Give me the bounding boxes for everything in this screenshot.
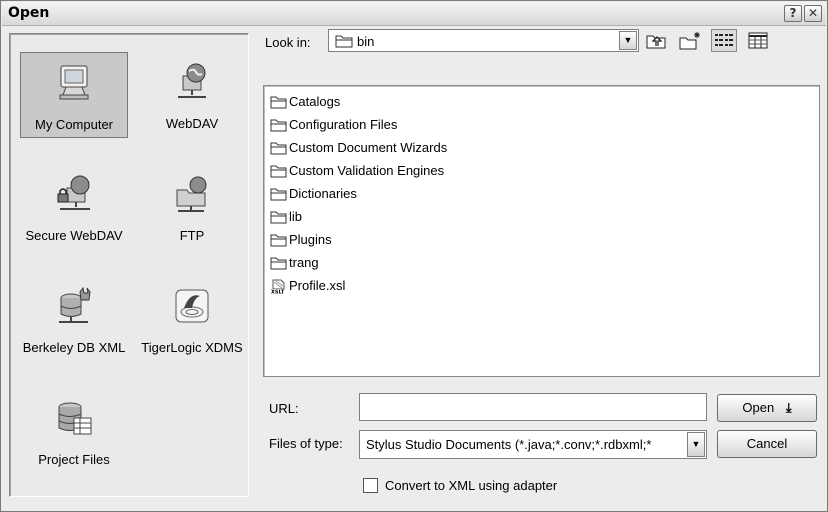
place-label: Secure WebDAV <box>25 228 123 243</box>
look-in-label: Look in: <box>265 35 311 50</box>
database-cat-icon <box>54 286 94 326</box>
dialog-title: Open <box>8 5 50 21</box>
place-tigerlogic-xdms[interactable]: TigerLogic XDMS <box>138 276 246 362</box>
place-label: FTP <box>179 228 205 243</box>
file-name: Profile.xsl <box>289 278 346 293</box>
file-name: Catalogs <box>289 94 341 109</box>
place-berkeley-db-xml[interactable]: Berkeley DB XML <box>20 276 128 362</box>
open-dialog: Open ? ✕ My Computer WebDAV Secure WebDA… <box>0 0 828 512</box>
place-label: TigerLogic XDMS <box>141 340 243 355</box>
folder-icon <box>270 187 287 204</box>
details-view-button[interactable] <box>745 29 771 52</box>
place-secure-webdav[interactable]: Secure WebDAV <box>20 164 128 250</box>
title-bar[interactable]: Open ? ✕ <box>2 2 826 26</box>
list-view-button[interactable] <box>711 29 737 52</box>
folder-icon <box>270 164 287 181</box>
new-folder-button[interactable] <box>677 29 703 52</box>
database-table-icon <box>54 398 94 438</box>
ftp-folder-icon <box>172 174 212 214</box>
file-name: Dictionaries <box>289 186 357 201</box>
url-input[interactable] <box>359 393 707 421</box>
tigerlogic-icon <box>172 286 212 326</box>
open-button[interactable]: Open ⤓ <box>717 394 817 422</box>
files-of-type-combo[interactable]: Stylus Studio Documents (*.java;*.conv;*… <box>359 430 707 459</box>
place-project-files[interactable]: Project Files <box>20 388 128 474</box>
places-bar: My Computer WebDAV Secure WebDAV FTP Ber… <box>9 33 249 497</box>
folder-icon <box>270 118 287 135</box>
up-one-level-button[interactable] <box>643 29 669 52</box>
up-one-level-icon <box>644 35 668 54</box>
file-name: trang <box>289 255 319 270</box>
place-label: Project Files <box>38 452 110 467</box>
place-webdav[interactable]: WebDAV <box>138 52 246 138</box>
file-name: Custom Document Wizards <box>289 140 448 155</box>
secure-network-globe-icon <box>54 174 94 214</box>
file-list[interactable]: Catalogs Configuration Files Custom Docu… <box>263 85 820 377</box>
svg-text:XSLT: XSLT <box>271 290 285 295</box>
place-my-computer[interactable]: My Computer <box>20 52 128 138</box>
folder-icon <box>270 141 287 158</box>
folder-icon <box>270 210 287 227</box>
folder-icon <box>270 95 287 112</box>
look-in-value: bin <box>357 34 375 49</box>
file-name: Configuration Files <box>289 117 398 132</box>
list-view-icon <box>712 34 736 54</box>
convert-label: Convert to XML using adapter <box>385 478 558 493</box>
chevron-down-icon[interactable]: ▼ <box>619 31 637 50</box>
close-button[interactable]: ✕ <box>804 5 822 22</box>
details-view-icon <box>746 32 770 54</box>
open-button-label: Open <box>742 400 775 415</box>
xslt-file-icon: XSLT <box>270 279 287 297</box>
place-label: My Computer <box>34 117 114 132</box>
folder-icon <box>270 256 287 273</box>
folder-icon <box>270 233 287 250</box>
place-label: WebDAV <box>165 116 219 131</box>
files-of-type-label: Files of type: <box>269 436 343 451</box>
network-globe-icon <box>172 62 212 102</box>
chevron-down-icon[interactable]: ▼ <box>687 432 705 457</box>
convert-checkbox[interactable] <box>363 478 378 493</box>
computer-icon <box>54 63 94 103</box>
place-label: Berkeley DB XML <box>22 340 126 355</box>
folder-icon <box>335 34 353 51</box>
help-button[interactable]: ? <box>784 5 802 22</box>
new-folder-icon <box>678 32 702 54</box>
files-of-type-value: Stylus Studio Documents (*.java;*.conv;*… <box>366 437 652 452</box>
cancel-button[interactable]: Cancel <box>717 430 817 458</box>
download-arrow-icon: ⤓ <box>785 400 792 415</box>
url-label: URL: <box>269 401 299 416</box>
file-name: lib <box>289 209 303 224</box>
place-ftp[interactable]: FTP <box>138 164 246 250</box>
file-name: Plugins <box>289 232 332 247</box>
file-name: Custom Validation Engines <box>289 163 445 178</box>
look-in-combo[interactable]: bin ▼ <box>328 29 639 52</box>
